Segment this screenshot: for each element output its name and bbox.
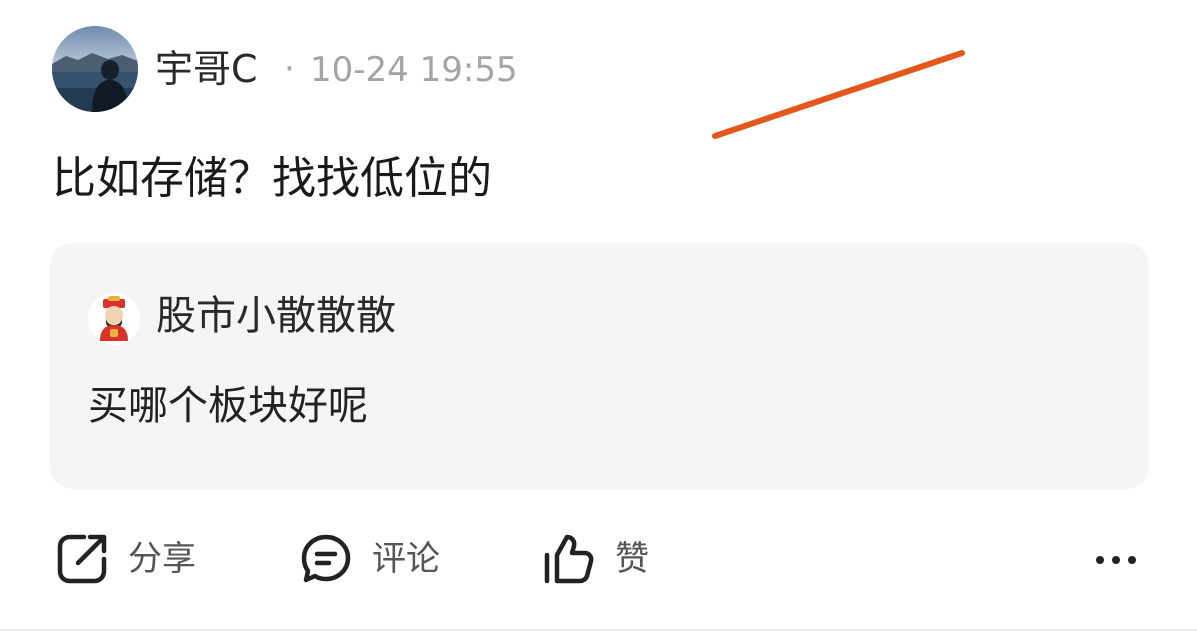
- post-timestamp: 10-24 19:55: [310, 50, 518, 90]
- god-of-wealth-icon: [88, 293, 140, 345]
- author-avatar[interactable]: [52, 26, 138, 112]
- more-dots-icon: [1096, 556, 1136, 564]
- like-button[interactable]: 赞: [541, 526, 649, 592]
- share-label: 分享: [128, 539, 196, 579]
- quote-author-avatar[interactable]: [88, 293, 140, 345]
- quoted-post-card[interactable]: 股市小散散散 买哪个板块好呢: [50, 243, 1149, 489]
- quote-author-name[interactable]: 股市小散散散: [156, 289, 396, 343]
- bottom-divider: [0, 629, 1197, 631]
- quote-text: 买哪个板块好呢: [88, 383, 368, 429]
- share-button[interactable]: 分享: [54, 526, 196, 592]
- author-name[interactable]: 宇哥C: [155, 44, 258, 94]
- comment-label: 评论: [372, 539, 440, 579]
- post-text: 比如存储？找找低位的: [52, 153, 492, 204]
- post-detail: 宇哥C · 10-24 19:55 比如存储？找找低位的 股市小散散散 买哪个板…: [0, 0, 1197, 639]
- meta-separator: ·: [284, 49, 295, 89]
- share-icon: [54, 531, 110, 587]
- thumbs-up-icon: [541, 531, 597, 587]
- comment-button[interactable]: 评论: [298, 526, 440, 592]
- avatar-photo: [52, 26, 138, 112]
- comment-icon: [298, 531, 354, 587]
- like-label: 赞: [615, 539, 649, 579]
- more-button[interactable]: [1090, 540, 1146, 580]
